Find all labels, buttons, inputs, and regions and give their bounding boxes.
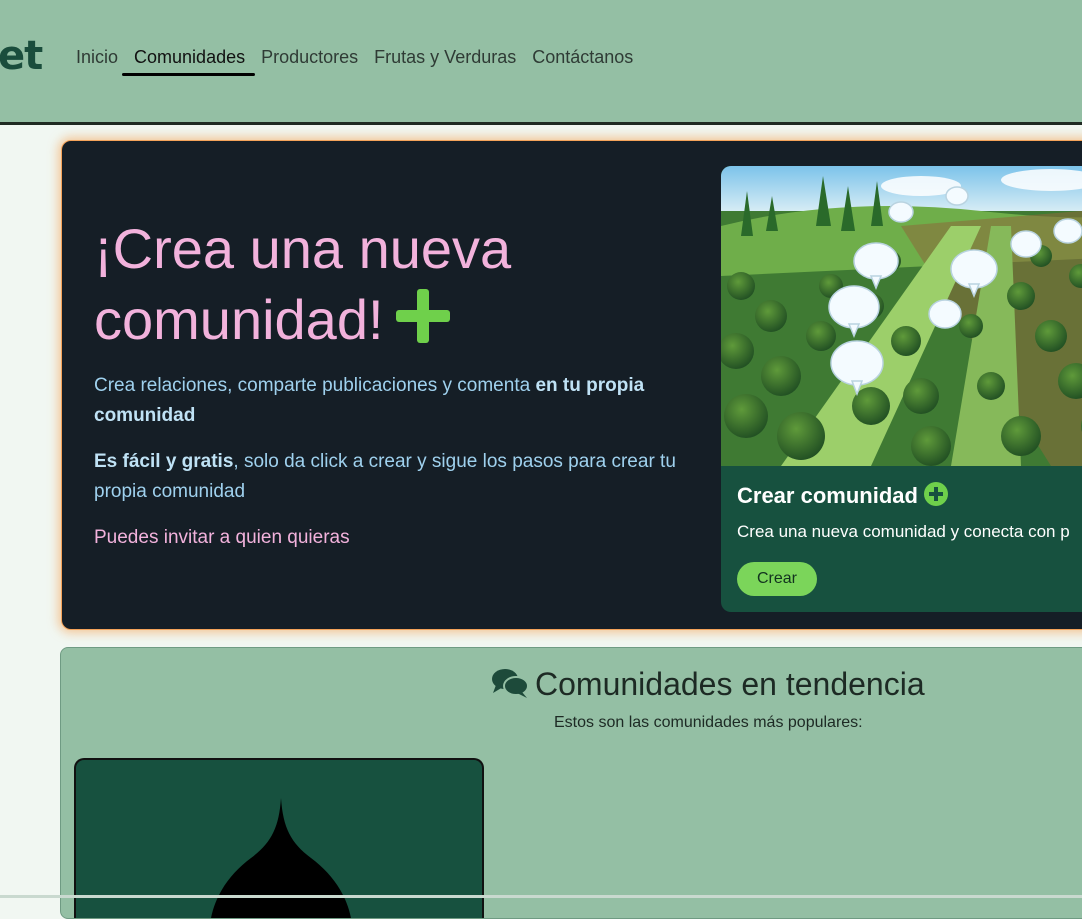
- hero-description-2: Es fácil y gratis, solo da click a crear…: [94, 447, 694, 507]
- main-nav: Inicio Comunidades Productores Frutas y …: [76, 47, 649, 76]
- create-community-card: Crear comunidad Crea una nueva comunidad…: [721, 166, 1082, 612]
- plus-circle-icon: [923, 482, 948, 506]
- nav-link-comunidades[interactable]: Comunidades: [122, 47, 256, 76]
- create-card-title-text: Crear comunidad: [737, 483, 918, 508]
- site-logo[interactable]: et: [0, 33, 43, 79]
- hero-title: ¡Crea una nueva comunidad!: [94, 213, 654, 355]
- trending-title: Comunidades en tendencia: [491, 666, 925, 703]
- comments-icon: [492, 669, 529, 698]
- plus-icon: [395, 289, 450, 343]
- hero-description-2-bold: Es fácil y gratis: [94, 451, 234, 472]
- nav-link-inicio[interactable]: Inicio: [76, 47, 118, 72]
- nav-link-frutas-verduras[interactable]: Frutas y Verduras: [374, 47, 516, 72]
- trending-title-text: Comunidades en tendencia: [535, 666, 925, 702]
- create-community-hero: ¡Crea una nueva comunidad! Crea relacion…: [61, 140, 1082, 630]
- orchard-illustration: [721, 166, 1082, 466]
- create-card-title: Crear comunidad: [737, 482, 948, 509]
- nav-link-contactanos[interactable]: Contáctanos: [532, 47, 633, 72]
- top-navbar: et Inicio Comunidades Productores Frutas…: [0, 0, 1082, 125]
- crear-button[interactable]: Crear: [737, 562, 817, 596]
- trending-communities-section: Comunidades en tendencia Estos son las c…: [60, 647, 1082, 919]
- create-card-description: Crea una nueva comunidad y conecta con p: [737, 522, 1070, 541]
- hero-description-1-text: Crea relaciones, comparte publicaciones …: [94, 375, 536, 396]
- nav-link-productores[interactable]: Productores: [261, 47, 358, 72]
- community-icon: [211, 798, 351, 918]
- hero-invite-note: Puedes invitar a quien quieras: [94, 527, 350, 548]
- hero-description-1: Crea relaciones, comparte publicaciones …: [94, 371, 694, 431]
- trending-subtitle: Estos son las comunidades más populares:: [554, 714, 863, 731]
